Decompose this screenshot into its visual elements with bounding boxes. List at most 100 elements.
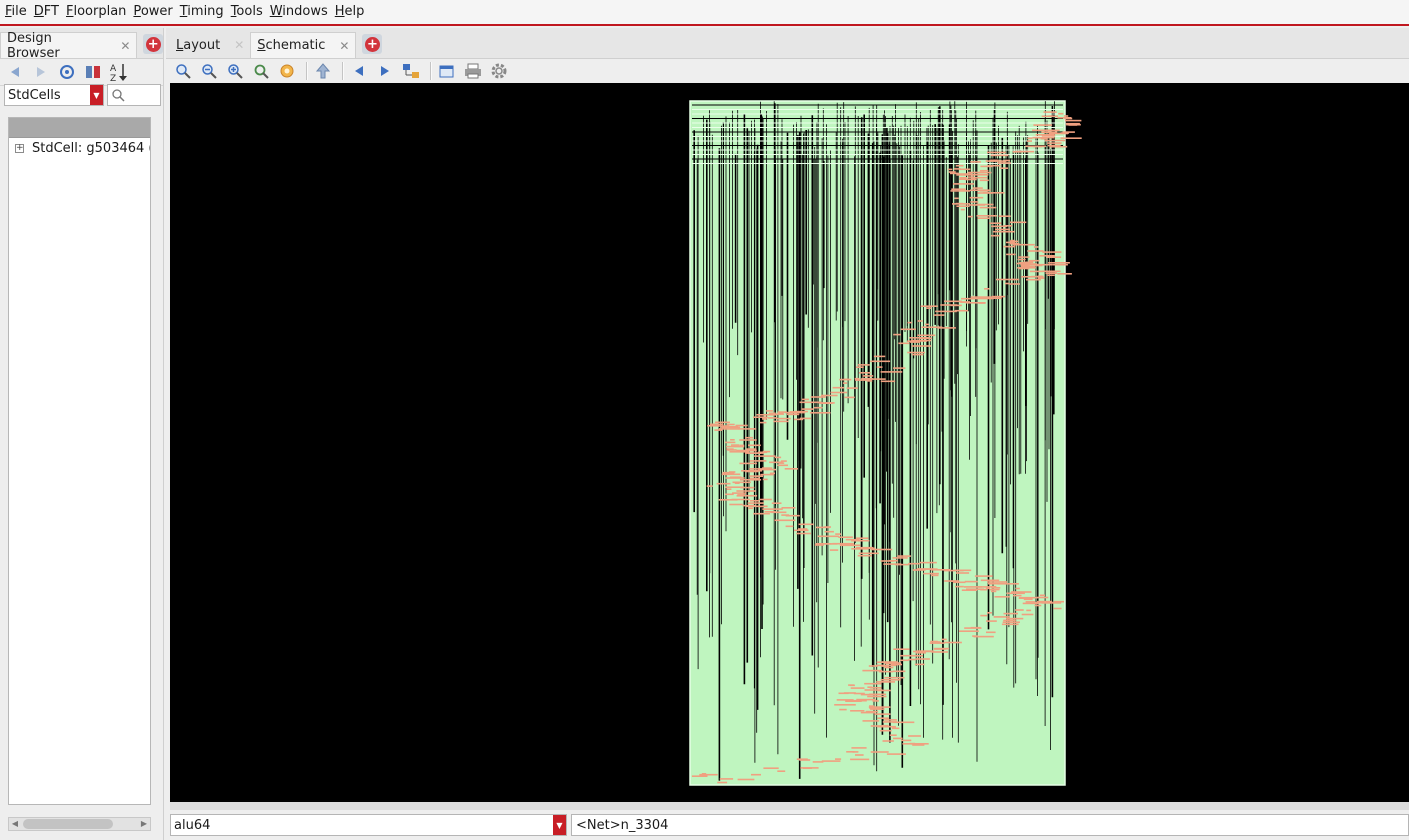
net-segment — [1057, 117, 1072, 119]
back-icon[interactable] — [348, 60, 370, 82]
net-segment — [753, 416, 768, 418]
scroll-left-icon[interactable]: ◀ — [9, 818, 21, 830]
net-segment — [997, 162, 1011, 164]
chevron-down-icon[interactable]: ▼ — [90, 85, 103, 105]
net-segment — [1021, 613, 1034, 616]
home-icon[interactable] — [56, 61, 78, 83]
net-segment — [753, 512, 770, 515]
tree-item[interactable]: + StdCell: g503464 (AD — [9, 138, 150, 158]
zoom-out-icon[interactable] — [198, 60, 220, 82]
design-select[interactable]: alu64 ▼ — [170, 814, 567, 836]
net-segment — [979, 190, 989, 192]
scroll-right-icon[interactable]: ▶ — [138, 818, 150, 830]
hierarchy-icon[interactable] — [400, 60, 422, 82]
chevron-down-icon[interactable]: ▼ — [553, 815, 566, 835]
net-segment — [748, 507, 753, 510]
canvas-horizontal-scrollbar[interactable] — [170, 802, 1409, 810]
net-segment — [1006, 253, 1016, 256]
close-icon[interactable]: ✕ — [120, 39, 130, 53]
tab-design-browser[interactable]: Design Browser ✕ — [0, 30, 138, 61]
net-segment — [773, 420, 789, 423]
fit-icon[interactable] — [276, 60, 298, 82]
menu-file[interactable]: File — [3, 0, 32, 24]
net-info-field[interactable]: <Net>n_3304 — [571, 814, 1409, 836]
net-segment — [839, 544, 861, 547]
expand-icon[interactable]: + — [15, 143, 24, 153]
net-segment — [736, 495, 758, 497]
net-segment — [860, 711, 876, 714]
zoom-in-icon[interactable] — [224, 60, 246, 82]
menu-dft[interactable]: DFT — [32, 0, 64, 24]
tab-schematic[interactable]: Schematic ✕ — [250, 32, 357, 58]
net-segment — [897, 555, 911, 557]
export-icon[interactable] — [436, 60, 458, 82]
add-tab-button[interactable]: + — [143, 34, 163, 54]
net-segment — [778, 462, 785, 464]
menu-tools[interactable]: Tools — [229, 0, 268, 24]
net-segment — [876, 681, 895, 683]
add-tab-button[interactable]: + — [362, 34, 383, 54]
net-segment — [997, 583, 1019, 585]
layout-view[interactable] — [170, 83, 1409, 802]
print-icon[interactable] — [462, 60, 484, 82]
back-icon[interactable] — [4, 61, 26, 83]
close-icon[interactable]: ✕ — [234, 38, 244, 52]
net-segment — [862, 669, 883, 672]
gear-icon[interactable] — [488, 60, 510, 82]
net-segment — [913, 650, 935, 653]
net-segment — [1017, 267, 1036, 269]
net-segment — [726, 488, 732, 490]
net-segment — [889, 734, 897, 736]
menu-help[interactable]: Help — [333, 0, 370, 24]
zoom-icon[interactable] — [172, 60, 194, 82]
tab-design-browser-label: Design Browser — [7, 30, 60, 61]
net-segment — [876, 664, 897, 667]
net-segment — [760, 473, 774, 476]
add-icon: + — [145, 36, 161, 52]
net-segment — [785, 525, 794, 528]
net-segment — [917, 334, 936, 337]
search-input[interactable] — [107, 84, 161, 106]
net-segment — [858, 552, 879, 555]
menu-floorplan[interactable]: Floorplan — [64, 0, 131, 24]
schematic-canvas[interactable] — [170, 83, 1409, 802]
net-segment — [989, 222, 1002, 224]
net-segment — [1053, 607, 1062, 610]
net-segment — [947, 168, 953, 171]
cell-type-select[interactable]: StdCells ▼ — [4, 84, 104, 106]
net-segment — [718, 499, 738, 501]
tab-layout[interactable]: Layout ✕ — [170, 32, 250, 58]
filter-icon[interactable] — [82, 61, 104, 83]
net-segment — [854, 377, 860, 380]
forward-icon[interactable] — [30, 61, 52, 83]
menu-power[interactable]: Power — [131, 0, 177, 24]
net-segment — [856, 366, 864, 368]
close-icon[interactable]: ✕ — [339, 39, 349, 53]
design-tree[interactable]: + StdCell: g503464 (AD — [8, 117, 151, 805]
net-segment — [1034, 136, 1055, 139]
refresh-icon[interactable] — [250, 60, 272, 82]
sort-az-icon[interactable]: AZ — [108, 61, 130, 83]
up-hierarchy-icon[interactable] — [312, 60, 334, 82]
net-segment — [912, 353, 924, 356]
net-segment — [912, 744, 925, 746]
net-segment — [964, 580, 978, 583]
menu-windows[interactable]: Windows — [268, 0, 333, 24]
net-segment — [884, 676, 905, 679]
net-segment — [799, 759, 811, 761]
net-segment — [834, 704, 856, 706]
net-segment — [982, 192, 1005, 194]
net-segment — [867, 695, 887, 698]
net-segment — [970, 296, 992, 298]
net-segment — [925, 323, 929, 326]
main-tab-bar: Layout ✕ Schematic ✕ + — [166, 28, 1409, 59]
net-segment — [751, 773, 761, 776]
net-segment — [984, 288, 990, 290]
scroll-thumb[interactable] — [23, 819, 113, 829]
menu-timing[interactable]: Timing — [178, 0, 229, 24]
forward-icon[interactable] — [374, 60, 396, 82]
tree-horizontal-scrollbar[interactable]: ◀ ▶ — [8, 817, 151, 831]
net-segment — [848, 684, 854, 686]
net-segment — [821, 760, 841, 762]
net-segment — [986, 620, 997, 622]
